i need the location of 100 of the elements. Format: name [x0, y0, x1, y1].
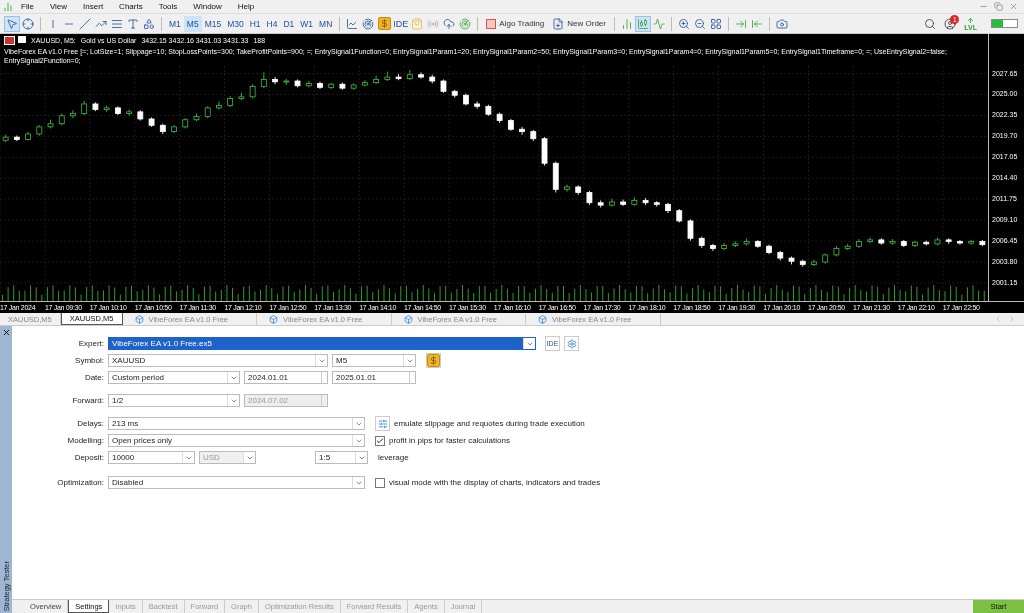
candle — [81, 100, 88, 116]
new-order-button[interactable]: New Order — [548, 15, 610, 32]
checkbox[interactable] — [375, 435, 385, 446]
candle — [665, 202, 671, 214]
delays-note: emulate slippage and requotes during trade execution — [394, 419, 585, 428]
candle — [429, 74, 436, 84]
candlestick-icon — [636, 17, 649, 30]
crosshair-icon — [22, 17, 34, 30]
candle — [58, 113, 65, 126]
indicators-button[interactable] — [360, 15, 377, 32]
cube-icon — [269, 314, 279, 324]
field-label: Symbol: — [74, 356, 104, 365]
crosshair-tool[interactable] — [20, 15, 36, 32]
search-icon[interactable] — [924, 17, 937, 30]
candle — [496, 112, 503, 124]
timeframe-button[interactable]: M30 — [224, 15, 247, 32]
candle — [743, 237, 750, 246]
timeframe-button[interactable]: M1 — [166, 15, 184, 32]
arrow-up-icon — [967, 16, 975, 24]
candle — [900, 239, 907, 248]
candle — [968, 239, 975, 246]
menu-item[interactable]: Help — [229, 2, 263, 11]
flag-icon — [4, 36, 15, 45]
candle — [294, 79, 301, 88]
modelling-dropdown[interactable]: Open prices only — [108, 434, 365, 447]
zoom-in-icon — [677, 17, 690, 30]
candle — [766, 244, 772, 255]
candle — [586, 190, 593, 206]
cursor-tool[interactable] — [4, 15, 20, 32]
candle — [507, 118, 514, 132]
scroll-right-icon[interactable] — [1008, 315, 1016, 323]
delay-settings-button[interactable] — [375, 416, 390, 431]
algo-trading-button[interactable]: Algo Trading — [482, 15, 549, 32]
candle — [552, 161, 559, 193]
timeframe-dropdown[interactable]: M5 — [332, 354, 416, 367]
timeframe-button[interactable]: H1 — [246, 15, 264, 32]
grid-icon — [709, 17, 722, 30]
timeframe-button[interactable]: M5 — [183, 15, 202, 32]
candle — [754, 239, 761, 249]
timeframe-button[interactable]: H4 — [263, 15, 281, 32]
candle — [957, 239, 963, 246]
scroll-left-icon[interactable] — [994, 315, 1002, 323]
deposit-dropdown[interactable]: 10000 — [108, 451, 195, 464]
candle — [485, 104, 492, 117]
candle — [844, 243, 851, 251]
timeframe-button[interactable]: M15 — [201, 15, 225, 32]
radar-icon — [362, 17, 375, 30]
candle — [25, 131, 31, 141]
symbol-dropdown[interactable]: XAUUSD — [108, 354, 328, 367]
forward-dropdown[interactable]: 1/2 — [108, 394, 240, 407]
candle — [642, 197, 649, 206]
field-label: Optimization: — [56, 478, 104, 487]
candle — [923, 240, 930, 246]
bag-icon — [411, 17, 424, 30]
leverage-dropdown[interactable]: 1:5 — [315, 451, 368, 464]
candle — [519, 126, 525, 136]
candle — [822, 252, 829, 265]
menu-item[interactable]: View — [41, 2, 76, 11]
timeframe-button[interactable]: D1 — [280, 15, 298, 32]
restore-icon[interactable] — [994, 2, 1003, 11]
date-range-dropdown[interactable]: Custom period — [108, 371, 240, 384]
candle — [698, 236, 705, 249]
close-icon[interactable] — [1, 328, 11, 337]
candle — [227, 95, 234, 108]
candle — [474, 101, 481, 110]
candle — [631, 196, 638, 207]
delays-dropdown[interactable]: 213 ms — [108, 417, 365, 430]
settings-button[interactable] — [564, 336, 579, 351]
candle — [676, 208, 683, 223]
symbol-properties-button[interactable] — [426, 353, 441, 368]
date-field[interactable]: 2024.01.01 — [244, 371, 328, 384]
candle — [238, 92, 245, 101]
candle — [103, 105, 110, 113]
dollar-icon — [427, 354, 440, 367]
checkbox[interactable] — [375, 477, 385, 488]
user-icon — [944, 17, 957, 30]
candle — [193, 113, 200, 122]
dollar-button[interactable] — [376, 15, 393, 32]
menu-item[interactable]: Window — [185, 2, 230, 11]
app-logo-icon — [3, 1, 13, 12]
menu-item[interactable]: File — [13, 2, 42, 11]
candle — [204, 105, 211, 119]
timeframe-button[interactable]: MN — [316, 15, 336, 32]
camera-icon — [775, 17, 788, 30]
candle — [788, 256, 795, 265]
optimization-dropdown[interactable]: Disabled — [108, 476, 365, 489]
ide-button[interactable]: IDE — [392, 15, 410, 32]
date-field[interactable]: 2025.01.01 — [332, 371, 416, 384]
chart-type-toggle[interactable] — [634, 15, 651, 32]
menu-item[interactable]: Charts — [111, 2, 151, 11]
menu-item[interactable]: Insert — [75, 2, 112, 11]
candle — [137, 109, 144, 121]
menu-item[interactable]: Tools — [150, 2, 186, 11]
expert-dropdown[interactable]: VibeForex EA v1.0 Free.ex5 — [108, 337, 536, 350]
stop-icon — [486, 18, 497, 29]
timeframe-button[interactable]: W1 — [297, 15, 317, 32]
radar-icon — [459, 17, 472, 30]
signal-icon — [427, 17, 440, 30]
candle — [148, 116, 155, 128]
vps-button[interactable] — [457, 15, 474, 32]
